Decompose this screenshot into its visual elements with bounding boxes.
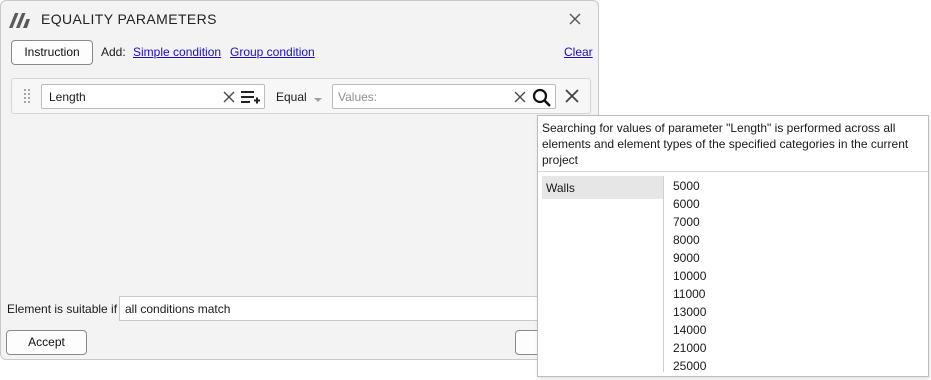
parameter-value: Length xyxy=(49,90,86,104)
add-label: Add: xyxy=(101,45,126,59)
operator-select[interactable]: Equal xyxy=(276,90,307,104)
value-item[interactable]: 7000 xyxy=(673,213,706,231)
app-logo-icon xyxy=(9,11,34,31)
add-to-list-icon[interactable] xyxy=(241,90,263,107)
search-icon[interactable] xyxy=(532,88,552,111)
title-bar: EQUALITY PARAMETERS xyxy=(1,1,598,37)
values-list: 5000 6000 7000 8000 9000 10000 11000 130… xyxy=(673,177,706,375)
clear-link[interactable]: Clear xyxy=(564,45,593,59)
dialog-title: EQUALITY PARAMETERS xyxy=(41,11,217,27)
value-item[interactable]: 21000 xyxy=(673,339,706,357)
value-item[interactable]: 25000 xyxy=(673,357,706,375)
remove-condition-icon[interactable] xyxy=(564,88,580,107)
simple-condition-link[interactable]: Simple condition xyxy=(133,45,221,59)
accept-button[interactable]: Accept xyxy=(6,330,87,355)
divider xyxy=(663,176,664,372)
instruction-button[interactable]: Instruction xyxy=(11,40,93,65)
value-item[interactable]: 10000 xyxy=(673,267,706,285)
equality-parameters-dialog: EQUALITY PARAMETERS Instruction Add: Sim… xyxy=(0,0,599,360)
match-mode-value: all conditions match xyxy=(125,302,231,316)
values-input[interactable] xyxy=(338,88,498,105)
value-item[interactable]: 9000 xyxy=(673,249,706,267)
group-condition-link[interactable]: Group condition xyxy=(230,45,315,59)
search-info-message: Searching for values of parameter "Lengt… xyxy=(542,121,909,167)
values-field[interactable] xyxy=(332,84,556,109)
condition-row: Length Equal xyxy=(11,78,591,114)
value-item[interactable]: 14000 xyxy=(673,321,706,339)
value-item[interactable]: 6000 xyxy=(673,195,706,213)
parameter-field[interactable]: Length xyxy=(41,84,265,109)
toolbar: Instruction Add: Simple condition Group … xyxy=(11,40,593,65)
value-item[interactable]: 8000 xyxy=(673,231,706,249)
values-popup: Searching for values of parameter "Lengt… xyxy=(537,115,929,377)
match-mode-select[interactable]: all conditions match xyxy=(119,296,597,321)
value-item[interactable]: 11000 xyxy=(673,285,706,303)
chevron-down-icon[interactable] xyxy=(313,92,323,106)
suitable-label: Element is suitable if xyxy=(7,302,118,316)
divider xyxy=(538,171,928,172)
clear-icon[interactable] xyxy=(223,91,235,106)
clear-icon[interactable] xyxy=(514,91,526,106)
category-item-walls[interactable]: Walls xyxy=(542,176,664,199)
value-item[interactable]: 5000 xyxy=(673,177,706,195)
category-label: Walls xyxy=(546,181,575,195)
close-icon[interactable] xyxy=(567,11,583,27)
drag-handle-icon[interactable] xyxy=(23,88,31,109)
value-item[interactable]: 13000 xyxy=(673,303,706,321)
